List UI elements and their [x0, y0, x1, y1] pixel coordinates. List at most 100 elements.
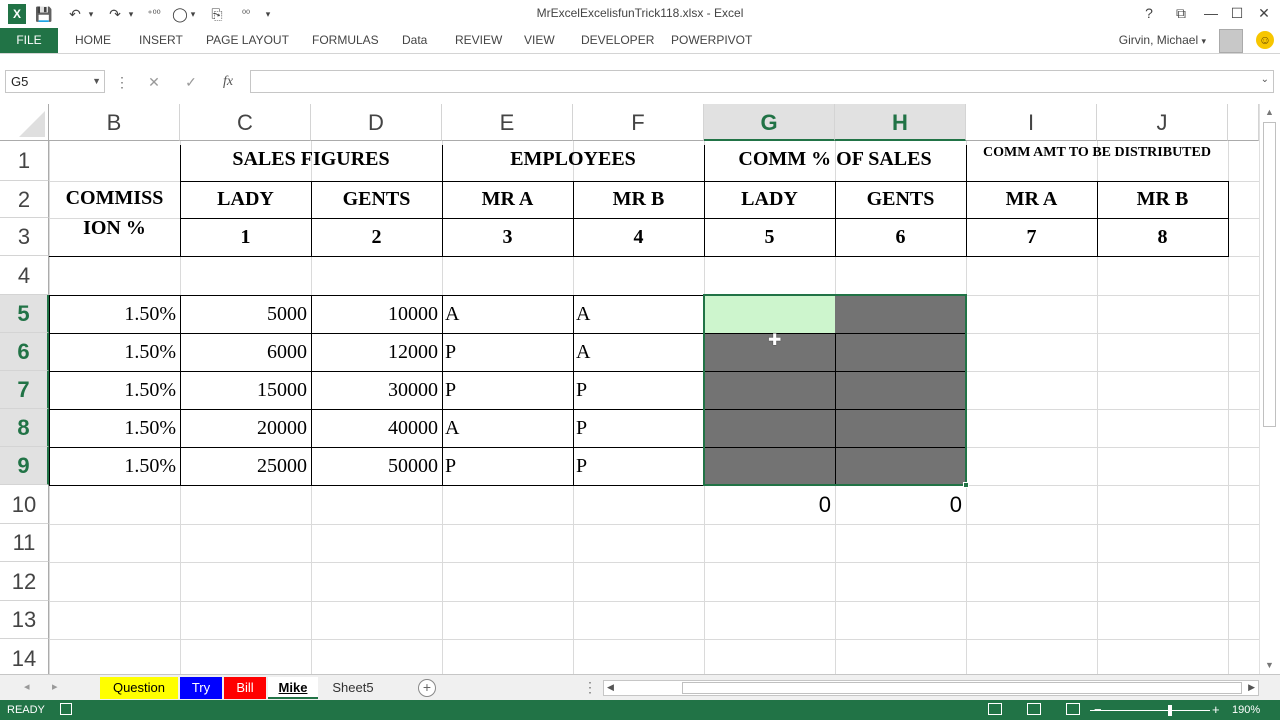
tab-home[interactable]: HOME: [75, 28, 111, 53]
horizontal-scrollbar[interactable]: ◀ ▶: [603, 680, 1259, 696]
horizontal-scroll-thumb[interactable]: [682, 682, 1242, 694]
subheader-3: MR A: [481, 188, 534, 210]
column-header-i[interactable]: I: [966, 104, 1097, 141]
sales-figures-header: SALES FIGURES: [232, 148, 390, 170]
insert-function-icon[interactable]: fx: [218, 72, 238, 92]
row-header-13[interactable]: 13: [0, 601, 49, 639]
table-border: [49, 485, 705, 486]
subheader-5: LADY: [741, 188, 798, 210]
gents-sales-cell: 12000: [388, 341, 438, 363]
enter-icon[interactable]: ✓: [181, 72, 201, 92]
smiley-feedback-icon[interactable]: ☺: [1256, 31, 1274, 49]
select-all-button[interactable]: [0, 104, 49, 141]
commission-pct-cell: 1.50%: [124, 455, 176, 477]
sheet-tab-mike[interactable]: Mike: [268, 677, 318, 699]
tab-split-handle-icon[interactable]: ⋮: [583, 679, 597, 696]
new-sheet-button[interactable]: +: [418, 679, 436, 697]
mr-a-attendance-cell: P: [445, 379, 457, 401]
column-header-d[interactable]: D: [311, 104, 442, 141]
subheader-8: MR B: [1136, 188, 1189, 210]
scroll-left-icon[interactable]: ◀: [607, 682, 614, 693]
user-name[interactable]: Girvin, Michael ▾: [1119, 28, 1206, 53]
column-header-g[interactable]: G: [704, 104, 835, 141]
column-number-2: 2: [371, 226, 382, 248]
mr-b-attendance-cell: P: [576, 455, 588, 477]
page-break-preview-icon[interactable]: [1066, 703, 1080, 715]
row-header-4[interactable]: 4: [0, 256, 49, 295]
row-header-1[interactable]: 1: [0, 141, 49, 181]
tab-insert[interactable]: INSERT: [139, 28, 183, 53]
tab-view[interactable]: VIEW: [524, 28, 555, 53]
gridline-horizontal: [49, 639, 1259, 640]
scroll-right-icon[interactable]: ▶: [1248, 682, 1255, 693]
tab-powerpivot[interactable]: POWERPIVOT: [671, 28, 752, 53]
row-header-6[interactable]: 6: [0, 333, 49, 371]
vertical-scrollbar[interactable]: ▲ ▼: [1259, 104, 1280, 674]
tab-page-layout[interactable]: PAGE LAYOUT: [206, 28, 289, 53]
zoom-slider[interactable]: [1090, 710, 1210, 711]
lady-sales-cell: 25000: [257, 455, 307, 477]
column-header-c[interactable]: C: [180, 104, 311, 141]
avatar[interactable]: [1219, 29, 1243, 53]
zoom-in-button[interactable]: +: [1212, 702, 1220, 717]
lady-sales-cell: 6000: [267, 341, 307, 363]
row-header-2[interactable]: 2: [0, 181, 49, 218]
row-header-14[interactable]: 14: [0, 639, 49, 674]
sheet-tab-sheet5[interactable]: Sheet5: [320, 677, 386, 699]
tab-formulas[interactable]: FORMULAS: [312, 28, 379, 53]
tab-data[interactable]: Data: [402, 28, 427, 53]
gridline-horizontal: [49, 562, 1259, 563]
more-options-icon[interactable]: ⋮: [112, 72, 132, 92]
row-header-8[interactable]: 8: [0, 409, 49, 447]
title-bar: X 💾 ↶ ▾ ↷ ▾ ⁺⁰⁰ ◯ ▾ ⎘ ⁰⁰ ▾ MrExcelExceli…: [0, 0, 1280, 28]
comm-amt-header: COMM AMT TO BE DISTRIBUTED: [983, 145, 1211, 160]
subheader-1: LADY: [217, 188, 274, 210]
column-header-j[interactable]: J: [1097, 104, 1228, 141]
column-header-f[interactable]: F: [573, 104, 704, 141]
row-header-3[interactable]: 3: [0, 218, 49, 256]
row-header-5[interactable]: 5: [0, 295, 49, 333]
chevron-down-icon[interactable]: ▼: [92, 71, 101, 92]
tab-developer[interactable]: DEVELOPER: [581, 28, 654, 53]
gents-sales-cell: 40000: [388, 417, 438, 439]
column-header-b[interactable]: B: [49, 104, 180, 141]
column-header-h[interactable]: H: [835, 104, 966, 141]
sheet-tab-question[interactable]: Question: [100, 677, 178, 699]
tab-scroll-prev-icon[interactable]: ◂: [24, 680, 30, 693]
sheet-tab-try[interactable]: Try: [180, 677, 222, 699]
scroll-down-icon[interactable]: ▼: [1265, 660, 1274, 670]
tab-scroll-next-icon[interactable]: ▸: [52, 680, 58, 693]
total-lady-cell: 0: [818, 492, 831, 517]
scroll-up-icon[interactable]: ▲: [1265, 107, 1274, 117]
maximize-icon[interactable]: ☐: [1226, 3, 1248, 23]
row-header-12[interactable]: 12: [0, 562, 49, 601]
zoom-slider-knob[interactable]: [1168, 705, 1172, 716]
column-header-e[interactable]: E: [442, 104, 573, 141]
worksheet-grid[interactable]: B C D E F G H I J 1 2 3 4 5 6 7 8 9 10 11 12 13 14 SALES FIGURE…: [0, 104, 1259, 674]
commission-pct-cell: 1.50%: [124, 341, 176, 363]
vertical-scroll-thumb[interactable]: [1263, 122, 1276, 427]
tab-file[interactable]: FILE: [0, 28, 58, 53]
fill-handle[interactable]: [963, 482, 969, 488]
name-box[interactable]: G5 ▼: [5, 70, 105, 93]
subheader-2: GENTS: [342, 188, 411, 210]
formula-input[interactable]: ⌄: [250, 70, 1274, 93]
formula-bar: G5 ▼ ⋮ ✕ ✓ fx ⌄: [0, 54, 1280, 104]
close-icon[interactable]: ✕: [1253, 3, 1275, 23]
row-header-7[interactable]: 7: [0, 371, 49, 409]
normal-view-icon[interactable]: [988, 703, 1002, 715]
ribbon-display-options-icon[interactable]: ⧉: [1170, 3, 1192, 23]
minimize-icon[interactable]: —: [1200, 3, 1222, 23]
macro-recording-icon[interactable]: [60, 703, 72, 715]
row-header-9[interactable]: 9: [0, 447, 49, 485]
row-header-10[interactable]: 10: [0, 485, 49, 524]
sheet-tab-bill[interactable]: Bill: [224, 677, 266, 699]
zoom-level[interactable]: 190%: [1232, 704, 1260, 716]
help-icon[interactable]: ?: [1138, 3, 1160, 23]
window-title: MrExcelExcelisfunTrick118.xlsx - Excel: [536, 6, 744, 20]
row-header-11[interactable]: 11: [0, 524, 49, 562]
cancel-icon[interactable]: ✕: [144, 72, 164, 92]
tab-review[interactable]: REVIEW: [455, 28, 502, 53]
expand-formula-bar-icon[interactable]: ⌄: [1261, 74, 1269, 85]
page-layout-view-icon[interactable]: [1027, 703, 1041, 715]
